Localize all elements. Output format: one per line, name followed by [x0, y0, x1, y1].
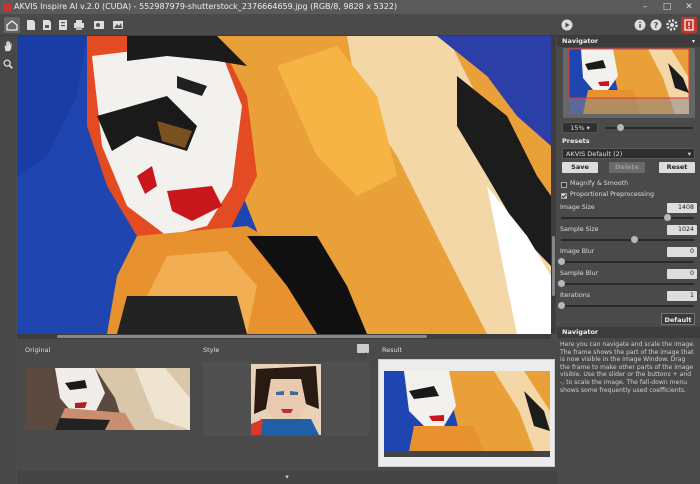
- app-logo-icon: [3, 3, 11, 11]
- print-icon[interactable]: [71, 17, 87, 33]
- vertical-scrollbar[interactable]: [551, 36, 556, 334]
- svg-text:?: ?: [654, 21, 659, 30]
- proportional-checkbox[interactable]: [561, 193, 567, 199]
- preset-dropdown[interactable]: AKVIS Default (2) ▾: [562, 148, 695, 159]
- presets-header: Presets: [557, 136, 700, 147]
- help-header: Navigator: [557, 327, 700, 338]
- save-file-icon[interactable]: [39, 17, 55, 33]
- gallery-icon[interactable]: [110, 17, 126, 33]
- toggle-thumbnails-button[interactable]: ▾: [17, 471, 557, 484]
- settings-panel: Navigator ▾ 15% ▾ Presets AKVIS Default …: [557, 36, 700, 484]
- magnify-checkbox[interactable]: [561, 182, 567, 188]
- title-bar: AKVIS Inspire AI v.2.0 (CUDA) - 55298797…: [0, 0, 700, 14]
- horizontal-scroll-thumb[interactable]: [57, 335, 427, 338]
- thumbnail-strip: Original Style Result: [17, 339, 557, 471]
- zoom-slider[interactable]: [605, 124, 693, 131]
- vertical-scroll-thumb[interactable]: [552, 236, 555, 296]
- tools-panel: [0, 36, 16, 484]
- image-blur-label: Image Blur: [560, 248, 595, 255]
- navigator-title: Navigator: [562, 37, 599, 45]
- collapse-arrow-icon[interactable]: ▾: [692, 36, 695, 47]
- delete-preset-button[interactable]: Delete: [609, 162, 645, 173]
- default-button[interactable]: Default: [661, 313, 695, 325]
- image-size-slider-knob[interactable]: [664, 214, 672, 221]
- save-preset-button[interactable]: Save: [562, 162, 598, 173]
- sample-blur-value[interactable]: 0: [667, 269, 697, 279]
- sample-size-label: Sample Size: [560, 226, 599, 233]
- image-blur-slider-knob[interactable]: [558, 258, 565, 265]
- window-title: AKVIS Inspire AI v.2.0 (CUDA) - 55298797…: [14, 2, 398, 11]
- dropdown-arrow-icon: ▾: [687, 150, 691, 158]
- batch-icon[interactable]: [55, 17, 71, 33]
- iterations-slider-knob[interactable]: [558, 302, 565, 309]
- image-blur-slider[interactable]: [558, 258, 694, 265]
- help-text: Here you can navigate and scale the imag…: [560, 341, 695, 394]
- close-button[interactable]: ✕: [678, 0, 700, 14]
- image-window[interactable]: [17, 36, 551, 334]
- preset-selected: AKVIS Default (2): [566, 150, 623, 158]
- result-label: Result: [382, 346, 403, 354]
- original-thumbnail[interactable]: [25, 368, 190, 430]
- proportional-label: Proportional Preprocessing: [570, 191, 655, 198]
- image-size-label: Image Size: [560, 204, 595, 211]
- notifications-icon[interactable]: [681, 17, 697, 33]
- iterations-slider[interactable]: [558, 302, 694, 309]
- magnify-label: Magnify & Smooth: [570, 180, 629, 187]
- zoom-value: 15%: [570, 124, 585, 132]
- style-label: Style: [203, 346, 220, 354]
- help-title: Navigator: [562, 328, 599, 336]
- style-panel: [203, 362, 369, 436]
- navigator-header: Navigator ▾: [557, 36, 700, 47]
- help-icon[interactable]: ?: [648, 17, 664, 33]
- share-icon[interactable]: [91, 17, 107, 33]
- iterations-value[interactable]: 1: [667, 291, 697, 301]
- run-icon[interactable]: [559, 17, 575, 33]
- image-size-value[interactable]: 1408: [667, 203, 697, 213]
- maximize-button[interactable]: □: [656, 0, 678, 14]
- minimize-button[interactable]: –: [634, 0, 656, 14]
- result-image: [17, 36, 551, 334]
- image-blur-value[interactable]: 0: [667, 247, 697, 257]
- sample-size-slider[interactable]: [561, 236, 694, 243]
- original-label: Original: [25, 346, 51, 354]
- style-gallery-icon[interactable]: [357, 344, 369, 357]
- image-size-slider[interactable]: [561, 214, 694, 221]
- info-icon[interactable]: [632, 17, 648, 33]
- toolbar: ?: [0, 14, 700, 36]
- settings-icon[interactable]: [664, 17, 680, 33]
- navigator-preview[interactable]: [563, 48, 695, 118]
- iterations-label: Iterations: [560, 292, 590, 299]
- sample-size-value[interactable]: 1024: [667, 225, 697, 235]
- presets-title: Presets: [562, 137, 590, 145]
- hand-icon[interactable]: [0, 38, 16, 54]
- zoom-level-dropdown[interactable]: 15% ▾: [562, 122, 598, 133]
- style-thumbnail[interactable]: [251, 364, 321, 435]
- sample-size-slider-knob[interactable]: [631, 236, 639, 243]
- sample-blur-slider-knob[interactable]: [558, 280, 565, 287]
- zoom-icon[interactable]: [0, 56, 16, 72]
- result-thumbnail[interactable]: [378, 359, 555, 467]
- zoom-slider-knob[interactable]: [617, 124, 624, 131]
- reset-preset-button[interactable]: Reset: [659, 162, 695, 173]
- open-file-icon[interactable]: [23, 17, 39, 33]
- sample-blur-label: Sample Blur: [560, 270, 599, 277]
- home-icon[interactable]: [4, 17, 20, 33]
- sample-blur-slider[interactable]: [558, 280, 694, 287]
